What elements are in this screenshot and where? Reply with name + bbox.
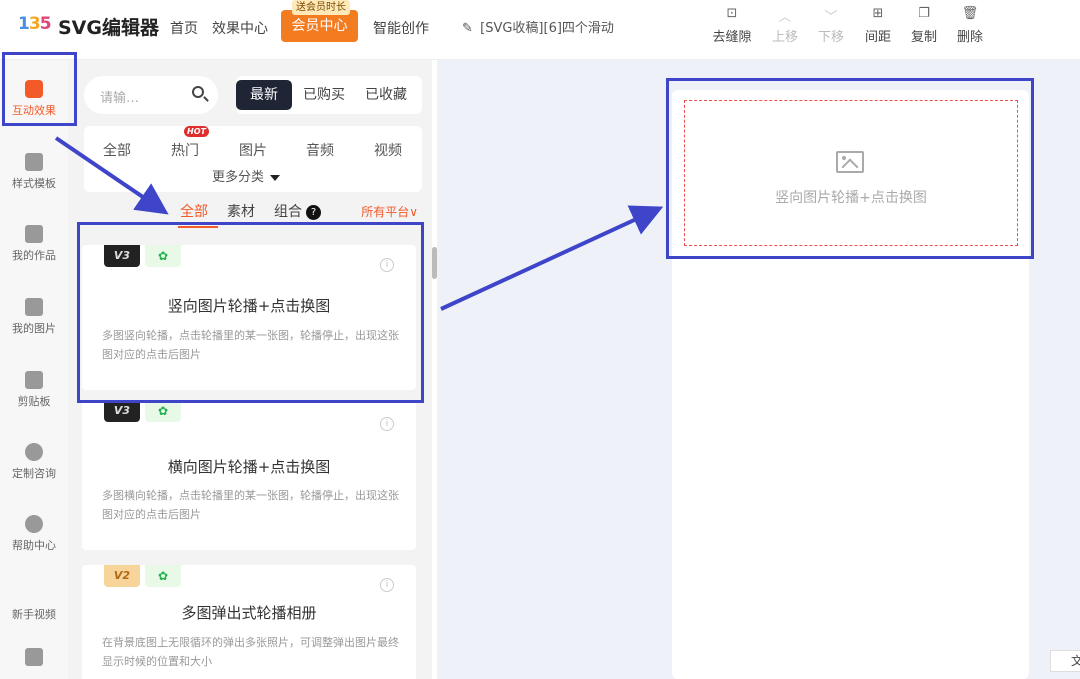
tool-delete[interactable]: 🗑 删除 xyxy=(948,6,992,45)
filter-assets[interactable]: 素材 xyxy=(227,201,255,221)
tool-copy[interactable]: ❐ 复制 xyxy=(902,6,946,45)
sidebar-item-help-center[interactable]: 帮助中心 xyxy=(0,515,68,553)
chevron-down-icon: ﹀ xyxy=(824,10,838,25)
tool-remove-gap[interactable]: ⊡ 去缝隙 xyxy=(710,6,754,45)
pencil-icon: ✎ xyxy=(462,21,473,36)
help-icon[interactable]: ? xyxy=(306,205,321,220)
tab-latest[interactable]: 最新 xyxy=(236,80,292,110)
nav-ai-create[interactable]: 智能创作 xyxy=(373,18,429,38)
sidebar-item-custom-consult[interactable]: 定制咨询 xyxy=(0,443,68,481)
highlight-box-card xyxy=(77,222,424,403)
filter-combos[interactable]: 组合? xyxy=(274,201,321,221)
filter-all[interactable]: 全部 xyxy=(180,201,208,221)
category-panel: 全部 HOT 热门 图片 音频 视频 更多分类 xyxy=(84,126,422,192)
category-images[interactable]: 图片 xyxy=(239,140,267,160)
search-input[interactable]: 请输… xyxy=(84,76,218,114)
hot-badge: HOT xyxy=(184,126,209,137)
doc-title-editor[interactable]: ✎ [SVG收稿][6]四个滑动 xyxy=(462,17,614,36)
more-categories-dropdown[interactable]: 更多分类 xyxy=(212,166,281,185)
search-icon[interactable] xyxy=(192,86,204,98)
category-all[interactable]: 全部 xyxy=(103,140,131,160)
version-badge: V2 xyxy=(104,565,140,587)
category-hot[interactable]: 热门 xyxy=(171,140,199,160)
doc-title: [SVG收稿][6]四个滑动 xyxy=(480,21,614,36)
logo-icon[interactable]: 135 xyxy=(18,14,52,34)
info-icon[interactable]: i xyxy=(380,417,394,431)
caret-down-icon xyxy=(270,174,281,181)
wechat-icon: ✿ xyxy=(145,400,181,422)
tool-move-up[interactable]: ︿ 上移 xyxy=(763,6,807,45)
wechat-icon: ✿ xyxy=(145,565,181,587)
tab-favorited[interactable]: 已收藏 xyxy=(358,80,414,110)
card-title: 横向图片轮播+点击换图 xyxy=(167,458,331,476)
category-video[interactable]: 视频 xyxy=(374,140,402,160)
version-badge: V3 xyxy=(104,400,140,422)
cloud-upload-icon xyxy=(25,298,43,316)
spacing-icon: ⊞ xyxy=(872,6,884,21)
effect-card[interactable]: V2 ✿ i 多图弹出式轮播相册 在背景底图上无限循环的弹出多张照片，可调整弹出… xyxy=(82,565,416,679)
top-bar: 135 SVG编辑器 首页 效果中心 会员中心 送会员时长 智能创作 ✎ [SV… xyxy=(0,0,1080,60)
card-title: 多图弹出式轮播相册 xyxy=(181,604,317,622)
platform-dropdown[interactable]: 所有平台∨ xyxy=(361,203,418,220)
info-icon[interactable]: i xyxy=(380,578,394,592)
corner-button[interactable]: 文 xyxy=(1050,650,1080,672)
highlight-box-sidebar xyxy=(2,52,77,126)
sort-tabs: 最新 已购买 已收藏 xyxy=(236,76,422,114)
tool-spacing[interactable]: ⊞ 间距 xyxy=(856,6,900,45)
nav-effects[interactable]: 效果中心 xyxy=(212,18,268,38)
effect-card[interactable]: V3 ✿ i 横向图片轮播+点击换图 多图横向轮播，点击轮播里的某一张图，轮播停… xyxy=(82,400,416,550)
card-description: 多图横向轮播，点击轮播里的某一张图，轮播停止，出现这张图对应的点击后图片 xyxy=(102,489,399,521)
sidebar-item-documents[interactable] xyxy=(0,648,68,670)
folder-icon xyxy=(25,225,43,243)
headset-icon xyxy=(25,443,43,461)
sidebar-item-my-images[interactable]: 我的图片 xyxy=(0,298,68,336)
help-icon xyxy=(25,515,43,533)
highlight-box-canvas xyxy=(666,78,1034,259)
sidebar-item-style-templates[interactable]: 样式模板 xyxy=(0,153,68,191)
category-audio[interactable]: 音频 xyxy=(306,140,334,160)
vip-promo-badge: 送会员时长 xyxy=(292,0,350,15)
clipboard-icon xyxy=(25,371,43,389)
sidebar-item-my-works[interactable]: 我的作品 xyxy=(0,225,68,263)
tool-move-down[interactable]: ﹀ 下移 xyxy=(809,6,853,45)
nav-home[interactable]: 首页 xyxy=(170,18,198,38)
document-icon xyxy=(25,648,43,666)
sidebar-item-beginner-videos[interactable]: 新手视频 xyxy=(0,606,68,622)
tab-purchased[interactable]: 已购买 xyxy=(296,80,352,110)
gap-icon: ⊡ xyxy=(726,6,738,21)
sidebar: 互动效果 样式模板 我的作品 我的图片 剪贴板 定制咨询 帮助中心 新手视频 xyxy=(0,60,68,679)
copy-icon: ❐ xyxy=(918,6,930,21)
chevron-up-icon: ︿ xyxy=(778,10,792,25)
sidebar-item-clipboard[interactable]: 剪贴板 xyxy=(0,371,68,409)
template-icon xyxy=(25,153,43,171)
trash-icon: 🗑 xyxy=(961,6,979,21)
app-title: SVG编辑器 xyxy=(58,17,159,39)
card-description: 在背景底图上无限循环的弹出多张照片，可调整弹出图片最终显示时候的位置和大小 xyxy=(102,636,399,668)
